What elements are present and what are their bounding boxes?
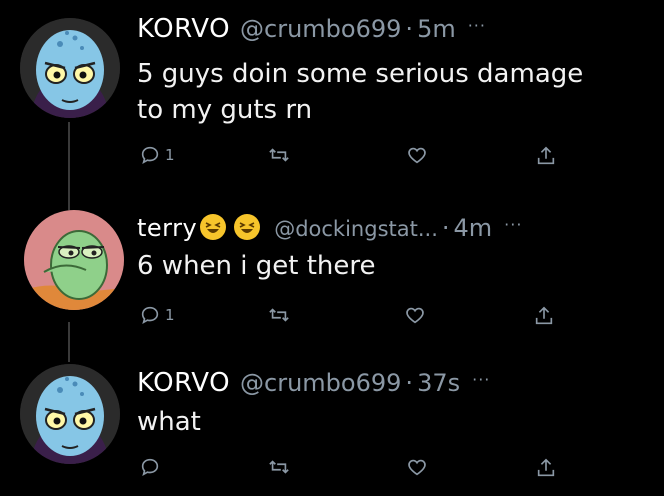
tweet-2[interactable]: terry @dockingstat... · 4m ··· 6 when i …: [0, 190, 664, 350]
timestamp[interactable]: 37s: [417, 368, 460, 398]
user-handle[interactable]: @dockingstat...: [274, 214, 438, 244]
like-icon: [408, 459, 426, 476]
tweet-3[interactable]: KORVO @crumbo699 · 37s ··· what: [0, 350, 664, 496]
avatar-korvo[interactable]: [20, 18, 120, 118]
like-button[interactable]: [403, 304, 427, 326]
retweet-icon: [269, 460, 289, 474]
timestamp[interactable]: 4m: [454, 213, 493, 243]
laughing-emoji-icon: [234, 214, 261, 240]
display-name[interactable]: terry: [137, 213, 197, 243]
tweet-header: terry @dockingstat... · 4m ···: [137, 210, 522, 246]
reply-icon: [141, 306, 159, 325]
like-icon: [406, 307, 424, 324]
tweet-header: KORVO @crumbo699 · 37s ···: [137, 368, 490, 401]
share-button[interactable]: [535, 144, 557, 168]
retweet-icon: [269, 148, 289, 162]
reply-count: 1: [165, 146, 175, 164]
reply-icon: [141, 146, 159, 165]
avatar-korvo[interactable]: [20, 364, 120, 464]
retweet-icon: [269, 308, 289, 322]
timestamp[interactable]: 5m: [417, 14, 456, 44]
separator-dot: ·: [441, 214, 450, 242]
retweet-button[interactable]: [267, 304, 291, 326]
tweet-text-line: what: [137, 407, 201, 437]
action-bar: 1: [137, 144, 567, 174]
share-button[interactable]: [533, 304, 555, 328]
more-options-icon[interactable]: ···: [468, 11, 486, 41]
user-handle[interactable]: @crumbo699: [240, 368, 401, 398]
display-name[interactable]: KORVO: [137, 14, 230, 44]
action-bar: [137, 456, 567, 486]
like-button[interactable]: [405, 456, 429, 478]
reply-count: 1: [165, 306, 175, 324]
reply-icon: [141, 458, 159, 477]
separator-dot: ·: [405, 369, 414, 397]
tweet-text-line: 5 guys doin some serious damage: [137, 59, 584, 89]
tweet-header: KORVO @crumbo699 · 5m ···: [137, 14, 486, 47]
share-icon: [535, 306, 553, 325]
share-icon: [537, 146, 555, 165]
like-icon: [408, 147, 426, 164]
avatar-terry[interactable]: [24, 210, 124, 310]
tweet-1[interactable]: KORVO @crumbo699 · 5m ··· 5 guys doin so…: [0, 0, 664, 190]
action-bar: 1: [137, 304, 567, 334]
reply-button[interactable]: 1: [139, 304, 175, 326]
tweet-text: 6 when i get there: [137, 248, 376, 284]
like-button[interactable]: [405, 144, 429, 166]
korvo-avatar-icon: [20, 364, 120, 464]
tweet-text-line: to my guts rn: [137, 95, 313, 125]
more-options-icon[interactable]: ···: [504, 210, 522, 240]
retweet-button[interactable]: [267, 144, 291, 166]
laughing-emoji-icon: [200, 214, 227, 240]
tweet-text: what: [137, 404, 201, 440]
reply-button[interactable]: 1: [139, 144, 175, 166]
tweet-text-line: 6 when i get there: [137, 251, 376, 281]
share-icon: [537, 458, 555, 477]
terry-avatar-icon: [24, 210, 124, 310]
retweet-button[interactable]: [267, 456, 291, 478]
korvo-avatar-icon: [20, 18, 120, 118]
more-options-icon[interactable]: ···: [472, 365, 490, 395]
reply-button[interactable]: [139, 456, 161, 478]
tweet-text: 5 guys doin some serious damage to my gu…: [137, 56, 583, 128]
separator-dot: ·: [405, 15, 414, 43]
share-button[interactable]: [535, 456, 557, 480]
user-handle[interactable]: @crumbo699: [240, 14, 401, 44]
display-name[interactable]: KORVO: [137, 368, 230, 398]
